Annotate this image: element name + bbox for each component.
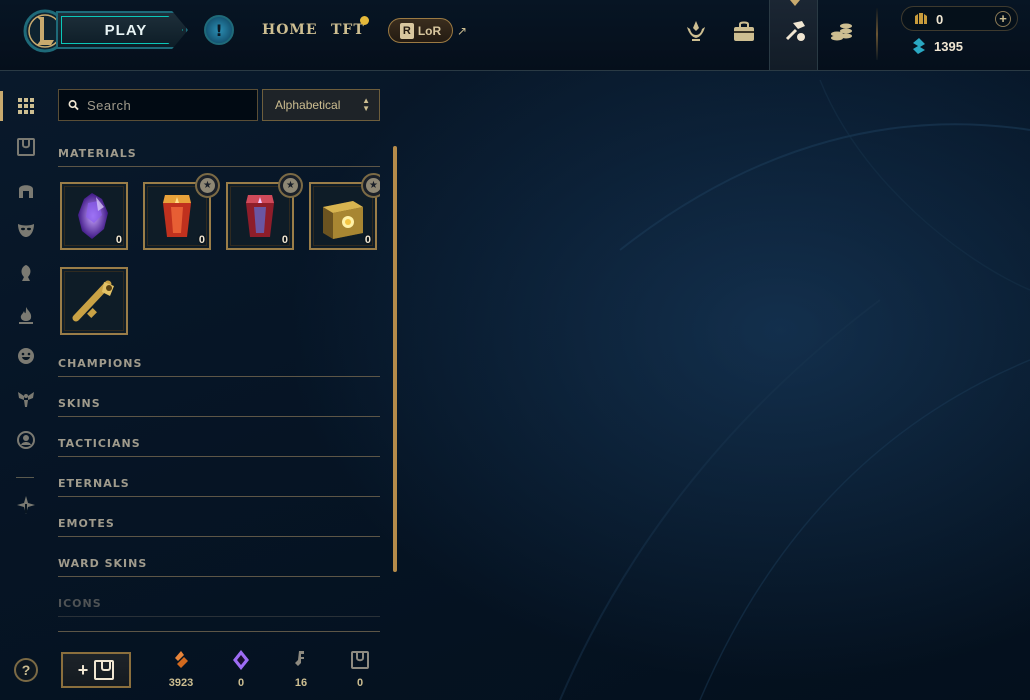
section-tacticians[interactable]: TACTICIANS xyxy=(58,424,380,457)
bottom-divider xyxy=(58,631,380,632)
section-emotes[interactable]: EMOTES xyxy=(58,504,380,537)
section-label: CHAMPIONS xyxy=(58,357,143,370)
loot-count: 0 xyxy=(198,234,205,246)
loot-tile-crimson-capsule[interactable]: 0 ★ xyxy=(226,173,303,250)
search-box[interactable] xyxy=(58,89,258,121)
nav-tft[interactable]: TFT xyxy=(331,22,365,38)
resource-orange-essence: 3923 xyxy=(161,649,201,689)
chest-icon[interactable] xyxy=(16,137,36,157)
resource-value: 16 xyxy=(294,677,308,689)
play-button[interactable]: PLAY xyxy=(56,11,188,49)
mythic-essence-icon xyxy=(233,650,249,670)
resource-value: 0 xyxy=(356,677,364,689)
loot-count: 0 xyxy=(364,234,371,246)
favorite-star-badge[interactable]: ★ xyxy=(195,173,220,198)
favorite-star-badge[interactable]: ★ xyxy=(361,173,380,198)
blue-essence-value: 1395 xyxy=(934,39,963,54)
red-capsule-icon xyxy=(163,195,191,237)
alert-button[interactable]: ! xyxy=(204,15,234,45)
section-label: MATERIALS xyxy=(58,147,137,160)
star-icon: ★ xyxy=(366,178,380,193)
loot-tile-hextech-key[interactable] xyxy=(60,267,128,335)
key-fragment-icon xyxy=(295,651,304,666)
tactician-icon[interactable] xyxy=(16,263,36,283)
resource-mythic-essence: 0 xyxy=(221,649,261,689)
rp-value: 0 xyxy=(936,12,944,27)
riot-points-icon xyxy=(915,13,927,24)
section-champions[interactable]: CHAMPIONS xyxy=(58,344,380,377)
add-plus-label: + xyxy=(77,659,89,680)
external-link-icon: ↗ xyxy=(457,24,468,38)
alert-icon: ! xyxy=(215,20,223,40)
eternals-flame-icon[interactable] xyxy=(16,305,36,325)
resource-value: 0 xyxy=(237,677,245,689)
sort-updown-icon: ▲ ▼ xyxy=(362,96,370,113)
section-label: TACTICIANS xyxy=(58,437,141,450)
sort-dropdown[interactable]: Alphabetical ▲ ▼ xyxy=(262,89,380,121)
play-button-label: PLAY xyxy=(104,21,148,39)
blue-essence-icon xyxy=(913,38,925,54)
section-materials[interactable]: MATERIALS xyxy=(58,134,380,167)
loot-count: 0 xyxy=(281,234,288,246)
buy-rp-button[interactable]: + xyxy=(995,11,1011,27)
store-coins-icon[interactable] xyxy=(829,18,855,44)
section-skins[interactable]: SKINS xyxy=(58,384,380,417)
misc-icon[interactable] xyxy=(16,495,36,515)
search-icon xyxy=(68,100,79,111)
section-label: ETERNALS xyxy=(58,477,130,490)
resource-value: 3923 xyxy=(168,677,194,689)
tft-notification-dot xyxy=(360,16,369,25)
star-icon: ★ xyxy=(200,178,215,193)
nav-home[interactable]: HOME xyxy=(262,22,318,38)
topbar-divider xyxy=(876,8,878,60)
section-eternals[interactable]: ETERNALS xyxy=(58,464,380,497)
section-icons[interactable]: ICONS xyxy=(58,584,380,617)
orange-essence-icon xyxy=(175,651,188,668)
rail-active-indicator xyxy=(0,91,3,121)
rail-separator xyxy=(16,477,34,478)
chest-outline-icon xyxy=(94,660,115,680)
active-tab-caret-icon xyxy=(790,0,800,6)
crafting-hammer-icon xyxy=(785,21,805,41)
loot-tile-purple-crystal[interactable]: 0 xyxy=(60,182,128,250)
emote-icon[interactable] xyxy=(16,346,36,366)
section-ward-skins[interactable]: WARD SKINS xyxy=(58,544,380,577)
missions-icon[interactable] xyxy=(683,18,709,44)
golden-chest-icon xyxy=(323,201,363,239)
crimson-capsule-icon xyxy=(246,195,274,237)
section-label: SKINS xyxy=(58,397,101,410)
ward-icon[interactable] xyxy=(16,389,36,409)
resource-chest-count: 0 xyxy=(340,649,380,689)
section-label: ICONS xyxy=(58,597,102,610)
star-icon: ★ xyxy=(283,178,298,193)
resource-key-fragment: 16 xyxy=(281,649,321,689)
top-navigation-bar: PLAY ! HOME TFT R LoR ↗ 0 + 1395 xyxy=(0,0,1030,71)
crafting-tab[interactable] xyxy=(769,0,818,70)
section-label: WARD SKINS xyxy=(58,557,148,570)
profile-icon-icon[interactable] xyxy=(16,430,36,450)
loot-list[interactable]: MATERIALS 0 0 ★ 0 ★ 0 ★ CHAMPIONS SKINS … xyxy=(58,134,380,634)
search-input[interactable] xyxy=(87,97,257,113)
section-label: EMOTES xyxy=(58,517,115,530)
inventory-bag-icon[interactable] xyxy=(731,18,757,44)
lor-button[interactable]: R LoR xyxy=(388,18,453,43)
loot-tile-red-capsule[interactable]: 0 ★ xyxy=(143,173,220,250)
skins-mask-icon[interactable] xyxy=(16,220,36,240)
favorite-star-badge[interactable]: ★ xyxy=(278,173,303,198)
add-chest-button[interactable]: + xyxy=(61,652,131,688)
hextech-key-icon xyxy=(72,280,114,322)
loot-tile-golden-chest[interactable]: 0 ★ xyxy=(309,173,380,250)
chest-count-icon xyxy=(351,651,369,669)
rp-wallet: 0 + xyxy=(901,6,1018,31)
purple-crystal-icon xyxy=(78,193,108,239)
champion-helmet-icon[interactable] xyxy=(16,180,36,200)
sort-selected-value: Alphabetical xyxy=(275,98,341,112)
loot-count: 0 xyxy=(115,234,122,246)
lor-label: LoR xyxy=(417,23,442,38)
help-button[interactable]: ? xyxy=(14,658,38,682)
lor-logo-icon: R xyxy=(399,22,414,39)
loot-scrollbar[interactable] xyxy=(393,146,397,572)
grid-icon[interactable] xyxy=(16,96,36,116)
